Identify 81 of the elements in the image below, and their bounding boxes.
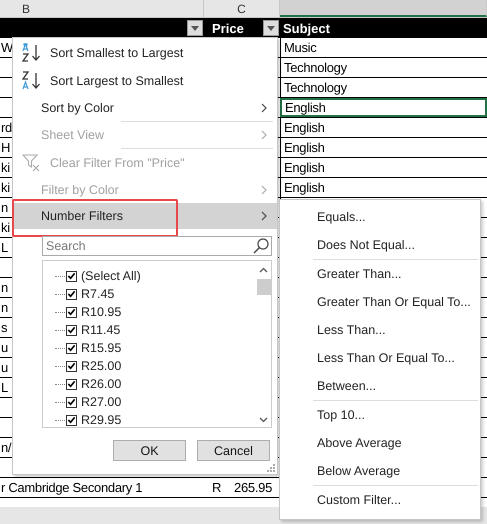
value-label: (Select All) — [81, 269, 141, 283]
filter-dropdown-button[interactable] — [263, 20, 279, 36]
menu-item[interactable]: Greater Than Or Equal To... — [280, 288, 480, 316]
checkbox[interactable] — [66, 288, 77, 300]
table-cell: Music — [284, 40, 316, 55]
checkbox[interactable] — [66, 342, 77, 354]
table-cell: r Cambridge Secondary 1 — [1, 480, 142, 495]
table-cell: English — [284, 180, 325, 195]
table-cell: ki — [1, 180, 10, 195]
checkbox[interactable] — [66, 378, 77, 390]
table-cell: English — [284, 120, 325, 135]
menu-item[interactable]: Less Than Or Equal To... — [280, 344, 480, 372]
value-label: R27.00 — [81, 395, 122, 409]
table-cell: English — [284, 160, 325, 175]
caret-icon — [191, 26, 199, 30]
table-cell: ki — [1, 160, 10, 175]
column-title: Subject — [283, 20, 330, 36]
menu-item[interactable]: Sort Smallest to Largest — [13, 39, 277, 67]
table-cell: L — [1, 380, 8, 395]
column-title: Price — [212, 20, 244, 36]
table-cell: ki — [1, 220, 10, 235]
menu-item[interactable]: Equals... — [280, 203, 480, 231]
table-cell: English — [284, 140, 325, 155]
table-cell: n — [1, 200, 8, 215]
table-cell: H — [1, 140, 10, 155]
menu-item[interactable]: Above Average — [280, 429, 480, 457]
checkbox[interactable] — [66, 414, 77, 426]
menu-item[interactable]: Sort Largest to Smallest — [13, 67, 277, 95]
caret-icon — [267, 26, 275, 30]
chevron-right-icon — [261, 103, 267, 113]
ok-button[interactable]: OK — [113, 440, 186, 461]
checkbox[interactable] — [66, 360, 77, 372]
table-cell: n/ — [1, 440, 12, 455]
column-header[interactable]: B — [0, 0, 204, 17]
menu-item[interactable]: Less Than... — [280, 316, 480, 344]
scrollbar-thumb[interactable] — [256, 279, 270, 295]
search-icon — [253, 238, 269, 254]
table-cell: rd — [1, 120, 12, 135]
menu-item[interactable]: Below Average — [280, 457, 480, 485]
menu-item[interactable]: Top 10... — [280, 401, 480, 429]
search-field[interactable]: Search — [42, 236, 272, 256]
sort-descending-icon — [22, 71, 42, 91]
clear-filter-icon — [22, 153, 42, 173]
table-cell: 265.95 — [234, 480, 272, 495]
value-label: R25.00 — [81, 359, 122, 373]
menu-item[interactable]: Sort by Color — [13, 95, 277, 121]
scroll-up-icon[interactable] — [259, 267, 268, 273]
checkbox[interactable] — [66, 270, 77, 282]
filter-dropdown-button[interactable] — [187, 20, 203, 36]
chevron-right-icon — [261, 130, 267, 140]
value-label: R10.95 — [81, 305, 122, 319]
value-label: R29.95 — [81, 413, 122, 427]
menu-item[interactable]: Number Filters — [13, 203, 277, 229]
value-label: R7.45 — [81, 287, 114, 301]
menu-item[interactable]: Does Not Equal... — [280, 231, 480, 259]
table-cell: Technology — [284, 80, 347, 95]
checkbox[interactable] — [66, 306, 77, 318]
menu-item[interactable]: Custom Filter... — [280, 486, 480, 514]
table-cell: u — [1, 360, 8, 375]
table-cell: R — [212, 480, 222, 495]
chevron-right-icon — [261, 211, 267, 221]
menu-item[interactable]: Greater Than... — [280, 260, 480, 288]
menu-item[interactable]: Between... — [280, 372, 480, 400]
resize-grip-icon[interactable] — [267, 464, 275, 472]
value-label: R26.00 — [81, 377, 122, 391]
value-label: R11.45 — [81, 323, 120, 337]
column-header[interactable] — [280, 0, 487, 17]
table-cell: Technology — [284, 60, 347, 75]
scroll-down-icon[interactable] — [259, 417, 268, 423]
checkbox[interactable] — [66, 396, 77, 408]
table-cell: L — [1, 240, 8, 255]
sort-ascending-icon — [22, 43, 42, 63]
value-label: R15.95 — [81, 341, 122, 355]
chevron-right-icon — [261, 185, 267, 195]
table-cell: n — [1, 300, 8, 315]
table-cell: u — [1, 340, 8, 355]
checkbox[interactable] — [66, 324, 77, 336]
table-cell: s — [1, 320, 8, 335]
table-cell: n — [1, 280, 8, 295]
table-cell: English — [285, 100, 326, 115]
cancel-button[interactable]: Cancel — [197, 440, 270, 461]
